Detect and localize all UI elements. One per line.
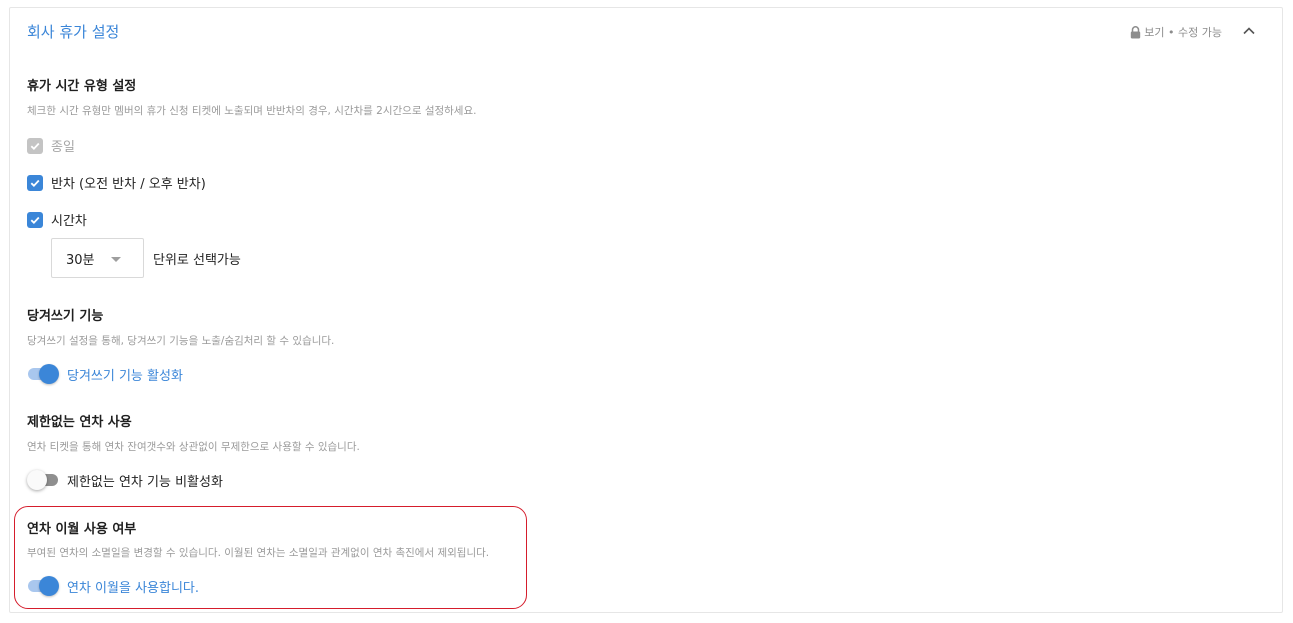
card-title: 회사 휴가 설정 xyxy=(27,23,120,41)
caret-down-icon xyxy=(111,257,121,262)
chevron-up-icon xyxy=(1243,27,1255,35)
unlimited-section-description: 연차 티켓을 통해 연차 잔여갯수와 상관없이 무제한으로 사용할 수 있습니다… xyxy=(27,441,360,453)
carryover-toggle-label: 연차 이월을 사용합니다. xyxy=(67,580,199,596)
checkbox-checked-icon[interactable] xyxy=(27,211,43,228)
carryover-toggle[interactable] xyxy=(27,576,59,596)
checkbox-hourly[interactable]: 시간차 xyxy=(27,210,87,229)
unlimited-section-title: 제한없는 연차 사용 xyxy=(27,415,132,430)
permission-label: 보기 • 수정 가능 xyxy=(1144,26,1222,39)
checkbox-checked-icon xyxy=(27,137,43,154)
pull-forward-toggle-label: 당겨쓰기 기능 활성화 xyxy=(67,368,183,384)
unlimited-toggle-row[interactable]: 제한없는 연차 기능 비활성화 xyxy=(27,470,223,490)
unlimited-toggle-label: 제한없는 연차 기능 비활성화 xyxy=(67,474,223,490)
collapse-button[interactable] xyxy=(1240,22,1258,40)
checkbox-label: 시간차 xyxy=(51,214,87,229)
permission-indicator: 보기 • 수정 가능 xyxy=(1130,24,1222,40)
pull-forward-toggle-row[interactable]: 당겨쓰기 기능 활성화 xyxy=(27,364,183,384)
checkbox-checked-icon[interactable] xyxy=(27,174,43,191)
time-unit-suffix: 단위로 선택가능 xyxy=(153,252,241,268)
pull-forward-section-description: 당겨쓰기 설정을 통해, 당겨쓰기 기능을 노출/숨김처리 할 수 있습니다. xyxy=(27,335,335,347)
time-unit-value: 30분 xyxy=(66,252,95,268)
checkbox-full-day: 종일 xyxy=(27,136,75,155)
time-type-section-description: 체크한 시간 유형만 멤버의 휴가 신청 티켓에 노출되며 반반차의 경우, 시… xyxy=(27,105,477,117)
checkbox-half-day[interactable]: 반차 (오전 반차 / 오후 반차) xyxy=(27,173,206,192)
unlimited-toggle[interactable] xyxy=(27,470,59,490)
time-unit-row: 30분 단위로 선택가능 xyxy=(51,238,241,278)
carryover-section-description: 부여된 연차의 소멸일을 변경할 수 있습니다. 이월된 연차는 소멸일과 관계… xyxy=(27,547,490,559)
checkbox-label: 종일 xyxy=(51,140,75,155)
toggle-knob[interactable] xyxy=(39,576,59,596)
pull-forward-section-title: 당겨쓰기 기능 xyxy=(27,309,104,324)
carryover-section-title: 연차 이월 사용 여부 xyxy=(27,522,137,537)
carryover-toggle-row[interactable]: 연차 이월을 사용합니다. xyxy=(27,576,199,596)
vacation-settings-card: 회사 휴가 설정 보기 • 수정 가능 휴가 시간 유형 설정 체크한 시간 유… xyxy=(9,7,1283,613)
checkbox-label: 반차 (오전 반차 / 오후 반차) xyxy=(51,177,206,192)
toggle-knob[interactable] xyxy=(27,470,47,490)
pull-forward-toggle[interactable] xyxy=(27,364,59,384)
time-type-section-title: 휴가 시간 유형 설정 xyxy=(27,79,137,94)
lock-icon xyxy=(1130,25,1141,39)
time-unit-select[interactable]: 30분 xyxy=(51,238,144,278)
toggle-knob[interactable] xyxy=(39,364,59,384)
